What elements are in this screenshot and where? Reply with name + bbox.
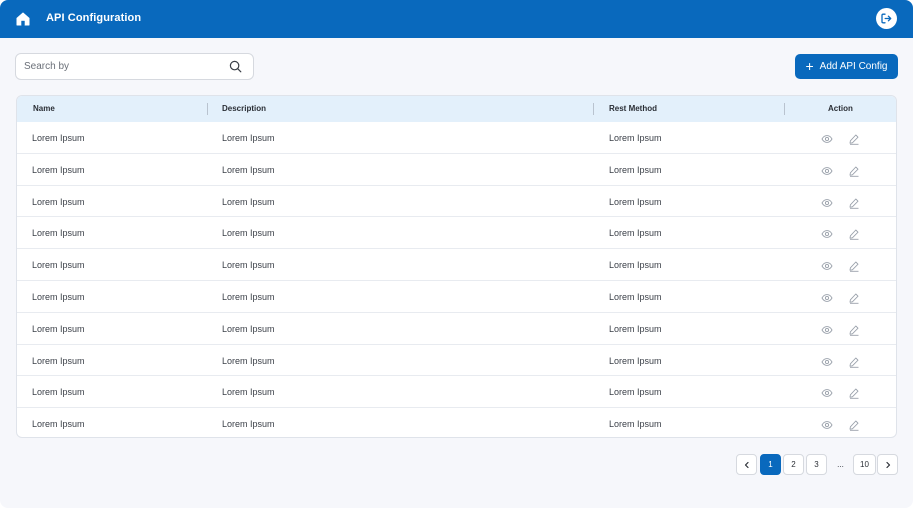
cell-name: Lorem Ipsum (32, 133, 85, 143)
cell-name: Lorem Ipsum (32, 323, 85, 334)
table-row: Lorem Ipsum Lorem Ipsum Lorem Ipsum (17, 186, 896, 218)
eye-icon[interactable] (821, 259, 833, 271)
cell-name: Lorem Ipsum (32, 355, 85, 366)
cell-name: Lorem Ipsum (32, 196, 85, 207)
edit-icon[interactable] (848, 132, 860, 145)
cell-name: Lorem Ipsum (32, 228, 85, 239)
cell-description: Lorem Ipsum (222, 260, 275, 271)
cell-description: Lorem Ipsum (222, 133, 275, 143)
edit-icon[interactable] (848, 196, 860, 209)
table-row: Lorem Ipsum Lorem Ipsum Lorem Ipsum (17, 408, 896, 437)
eye-icon[interactable] (821, 291, 833, 303)
cell-rest-method: Lorem Ipsum (609, 133, 662, 143)
chevron-left-icon[interactable] (736, 454, 757, 475)
cell-description: Lorem Ipsum (222, 228, 275, 239)
column-divider (784, 103, 785, 115)
cell-rest-method: Lorem Ipsum (609, 260, 662, 271)
cell-description: Lorem Ipsum (222, 419, 275, 430)
edit-icon[interactable] (848, 227, 860, 241)
add-api-config-label: Add API Config (819, 61, 888, 72)
cell-name: Lorem Ipsum (32, 292, 85, 302)
page-title: API Configuration (46, 12, 142, 24)
edit-icon[interactable] (848, 164, 860, 177)
api-config-table: Name Description Rest Method Action Lore… (16, 95, 897, 438)
cell-name: Lorem Ipsum (32, 164, 85, 175)
page-button-2[interactable]: 2 (783, 454, 804, 475)
edit-icon[interactable] (848, 291, 860, 304)
cell-rest-method: Lorem Ipsum (609, 419, 662, 430)
page-button-3[interactable]: 3 (806, 454, 827, 475)
eye-icon[interactable] (821, 196, 833, 208)
home-icon[interactable] (13, 9, 33, 29)
chevron-right-icon[interactable] (877, 454, 898, 475)
table-row: Lorem Ipsum Lorem Ipsum Lorem Ipsum (17, 249, 896, 281)
eye-icon[interactable] (821, 355, 833, 367)
cell-name: Lorem Ipsum (32, 387, 85, 398)
logout-icon[interactable] (876, 8, 897, 29)
eye-icon[interactable] (821, 386, 833, 398)
page-button-10[interactable]: 10 (853, 454, 876, 475)
cell-description: Lorem Ipsum (222, 196, 275, 207)
table-row: Lorem Ipsum Lorem Ipsum Lorem Ipsum (17, 217, 896, 250)
column-header-description[interactable]: Description (222, 104, 266, 113)
cell-rest-method: Lorem Ipsum (609, 196, 662, 207)
cell-rest-method: Lorem Ipsum (609, 292, 662, 302)
cell-rest-method: Lorem Ipsum (609, 164, 662, 175)
search-icon[interactable] (229, 60, 242, 78)
column-divider (207, 103, 208, 115)
cell-rest-method: Lorem Ipsum (609, 323, 662, 334)
cell-rest-method: Lorem Ipsum (609, 228, 662, 239)
eye-icon[interactable] (821, 164, 833, 176)
page-ellipsis: ... (837, 460, 844, 469)
column-header-name[interactable]: Name (33, 104, 55, 113)
table-row: Lorem Ipsum Lorem Ipsum Lorem Ipsum (17, 313, 896, 345)
app-window: API Configuration + Add API Config Name … (0, 0, 913, 508)
edit-icon[interactable] (848, 323, 860, 336)
cell-name: Lorem Ipsum (32, 260, 85, 271)
eye-icon[interactable] (821, 227, 833, 239)
table-header: Name Description Rest Method Action (17, 96, 896, 122)
page-button-1[interactable]: 1 (760, 454, 781, 475)
column-header-rest-method[interactable]: Rest Method (609, 104, 657, 113)
eye-icon[interactable] (821, 418, 833, 430)
cell-description: Lorem Ipsum (222, 323, 275, 334)
table-row: Lorem Ipsum Lorem Ipsum Lorem Ipsum (17, 345, 896, 377)
edit-icon[interactable] (848, 418, 860, 431)
edit-icon[interactable] (848, 355, 860, 368)
add-api-config-button[interactable]: + Add API Config (795, 54, 898, 79)
cell-rest-method: Lorem Ipsum (609, 355, 662, 366)
cell-description: Lorem Ipsum (222, 387, 275, 398)
search-box (15, 53, 254, 80)
cell-name: Lorem Ipsum (32, 419, 85, 430)
column-header-action: Action (828, 104, 853, 113)
cell-description: Lorem Ipsum (222, 164, 275, 175)
search-input[interactable] (24, 61, 219, 72)
plus-icon: + (805, 58, 814, 74)
cell-description: Lorem Ipsum (222, 292, 275, 302)
top-bar: API Configuration (0, 0, 913, 38)
eye-icon[interactable] (821, 132, 833, 144)
eye-icon[interactable] (821, 323, 833, 335)
edit-icon[interactable] (848, 386, 860, 400)
table-row: Lorem Ipsum Lorem Ipsum Lorem Ipsum (17, 154, 896, 186)
table-row: Lorem Ipsum Lorem Ipsum Lorem Ipsum (17, 122, 896, 154)
edit-icon[interactable] (848, 259, 860, 272)
cell-rest-method: Lorem Ipsum (609, 387, 662, 398)
table-row: Lorem Ipsum Lorem Ipsum Lorem Ipsum (17, 281, 896, 313)
cell-description: Lorem Ipsum (222, 355, 275, 366)
table-row: Lorem Ipsum Lorem Ipsum Lorem Ipsum (17, 376, 896, 409)
column-divider (593, 103, 594, 115)
